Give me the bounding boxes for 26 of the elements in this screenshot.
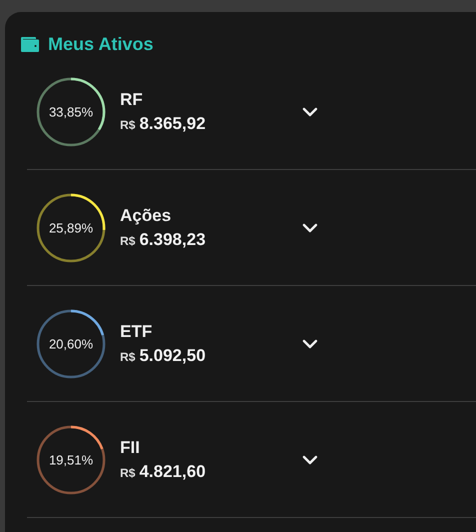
asset-name: FII bbox=[120, 438, 141, 458]
currency-symbol: R$ bbox=[120, 466, 136, 480]
percentage-ring bbox=[35, 192, 107, 264]
percentage-label: 25,89% bbox=[48, 220, 94, 235]
percentage-ring bbox=[35, 308, 107, 380]
percentage-label: 20,60% bbox=[48, 336, 94, 351]
chevron-icon[interactable] bbox=[302, 454, 318, 464]
asset-name: RF bbox=[120, 90, 144, 110]
asset-amount: 4.821,60 bbox=[139, 462, 206, 482]
asset-amount: 6.398,23 bbox=[139, 230, 206, 250]
percentage-label: 19,51% bbox=[48, 452, 94, 467]
asset-amount: 8.365,92 bbox=[139, 114, 206, 134]
chevron-icon[interactable] bbox=[302, 106, 318, 116]
chevron-icon[interactable] bbox=[302, 338, 318, 348]
currency-symbol: R$ bbox=[120, 350, 136, 364]
chevron-icon[interactable] bbox=[302, 222, 318, 232]
percentage-label: 33,85% bbox=[48, 104, 94, 119]
asset-name: Ações bbox=[120, 206, 172, 226]
asset-name: ETF bbox=[120, 322, 154, 342]
percentage-ring bbox=[35, 424, 107, 496]
wallet-icon bbox=[20, 35, 40, 53]
card-title: Meus Ativos bbox=[48, 34, 154, 54]
currency-symbol: R$ bbox=[120, 234, 136, 248]
asset-amount: 5.092,50 bbox=[139, 346, 206, 366]
percentage-ring bbox=[35, 76, 107, 148]
currency-symbol: R$ bbox=[120, 118, 136, 132]
